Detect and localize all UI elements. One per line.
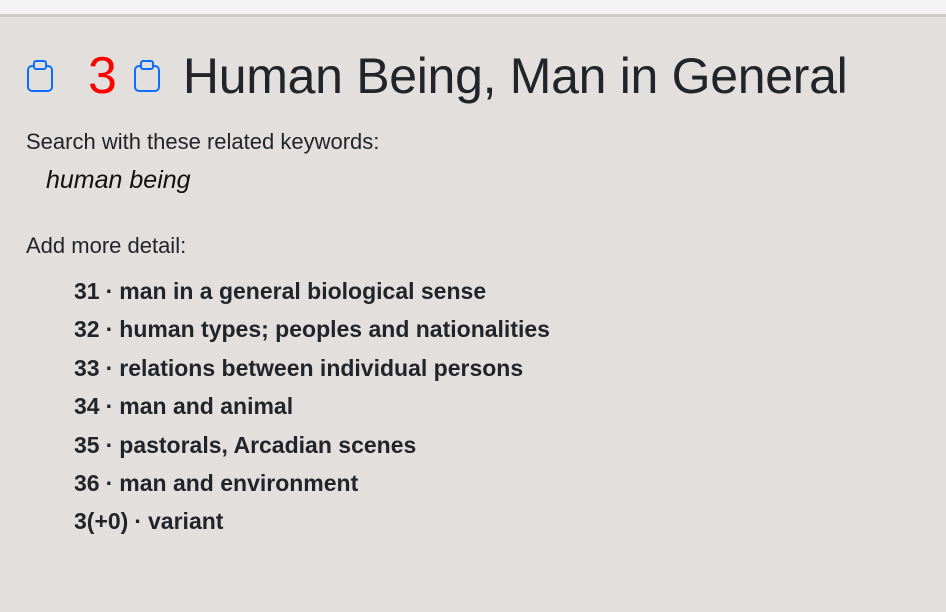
child-code: 34: [74, 393, 100, 420]
separator: ·: [134, 508, 143, 535]
keyword-link[interactable]: human being: [46, 164, 926, 196]
child-text: pastorals, Arcadian scenes: [119, 431, 417, 458]
child-code: 35: [74, 431, 100, 458]
child-notation-item[interactable]: 34 · man and animal: [74, 387, 926, 425]
child-code: 31: [74, 278, 100, 304]
separator: ·: [105, 393, 114, 420]
child-notation-item[interactable]: 35 · pastorals, Arcadian scenes: [74, 426, 926, 464]
child-code: 36: [74, 470, 100, 497]
child-text: human types; peoples and nationalities: [119, 316, 550, 343]
child-text: man and environment: [119, 470, 359, 497]
child-text: relations between individual persons: [119, 354, 524, 381]
keywords-label: Search with these related keywords:: [26, 129, 380, 154]
clipboard-icon: [133, 60, 160, 92]
clipboard-icon: [27, 60, 53, 92]
notation-code: 3: [88, 47, 117, 105]
copy-code-button[interactable]: [26, 59, 54, 93]
separator: ·: [105, 431, 114, 458]
child-text: man in a general biological sense: [119, 278, 487, 304]
separator: ·: [105, 354, 114, 381]
notation-page: 3 Human Being, Man in General Search wit…: [26, 44, 926, 541]
child-notation-item[interactable]: 32 · human types; peoples and nationalitie…: [74, 310, 926, 348]
title-row: 3 Human Being, Man in General: [26, 44, 926, 108]
child-notation-item[interactable]: 33 · relations between individual persons: [74, 349, 926, 387]
child-code: 33: [74, 354, 100, 381]
child-notation-list: 31 · man in a general biological sense 32 ·…: [74, 272, 926, 541]
separator: ·: [105, 316, 114, 343]
separator: ·: [105, 278, 114, 304]
detail-label: Add more detail:: [26, 233, 187, 258]
child-notation-item[interactable]: 31 · man in a general biological sense: [74, 272, 926, 310]
separator: ·: [105, 470, 114, 497]
child-text: variant: [148, 508, 224, 535]
copy-title-button[interactable]: [133, 59, 161, 93]
child-text: man and animal: [119, 393, 294, 420]
child-code: 3(+0): [74, 508, 129, 535]
child-notation-item[interactable]: 3(+0) · variant: [74, 502, 926, 540]
top-strip: [0, 0, 946, 17]
page-title: Human Being, Man in General: [182, 48, 848, 104]
child-code: 32: [74, 316, 100, 343]
child-notation-item[interactable]: 36 · man and environment: [74, 464, 926, 502]
